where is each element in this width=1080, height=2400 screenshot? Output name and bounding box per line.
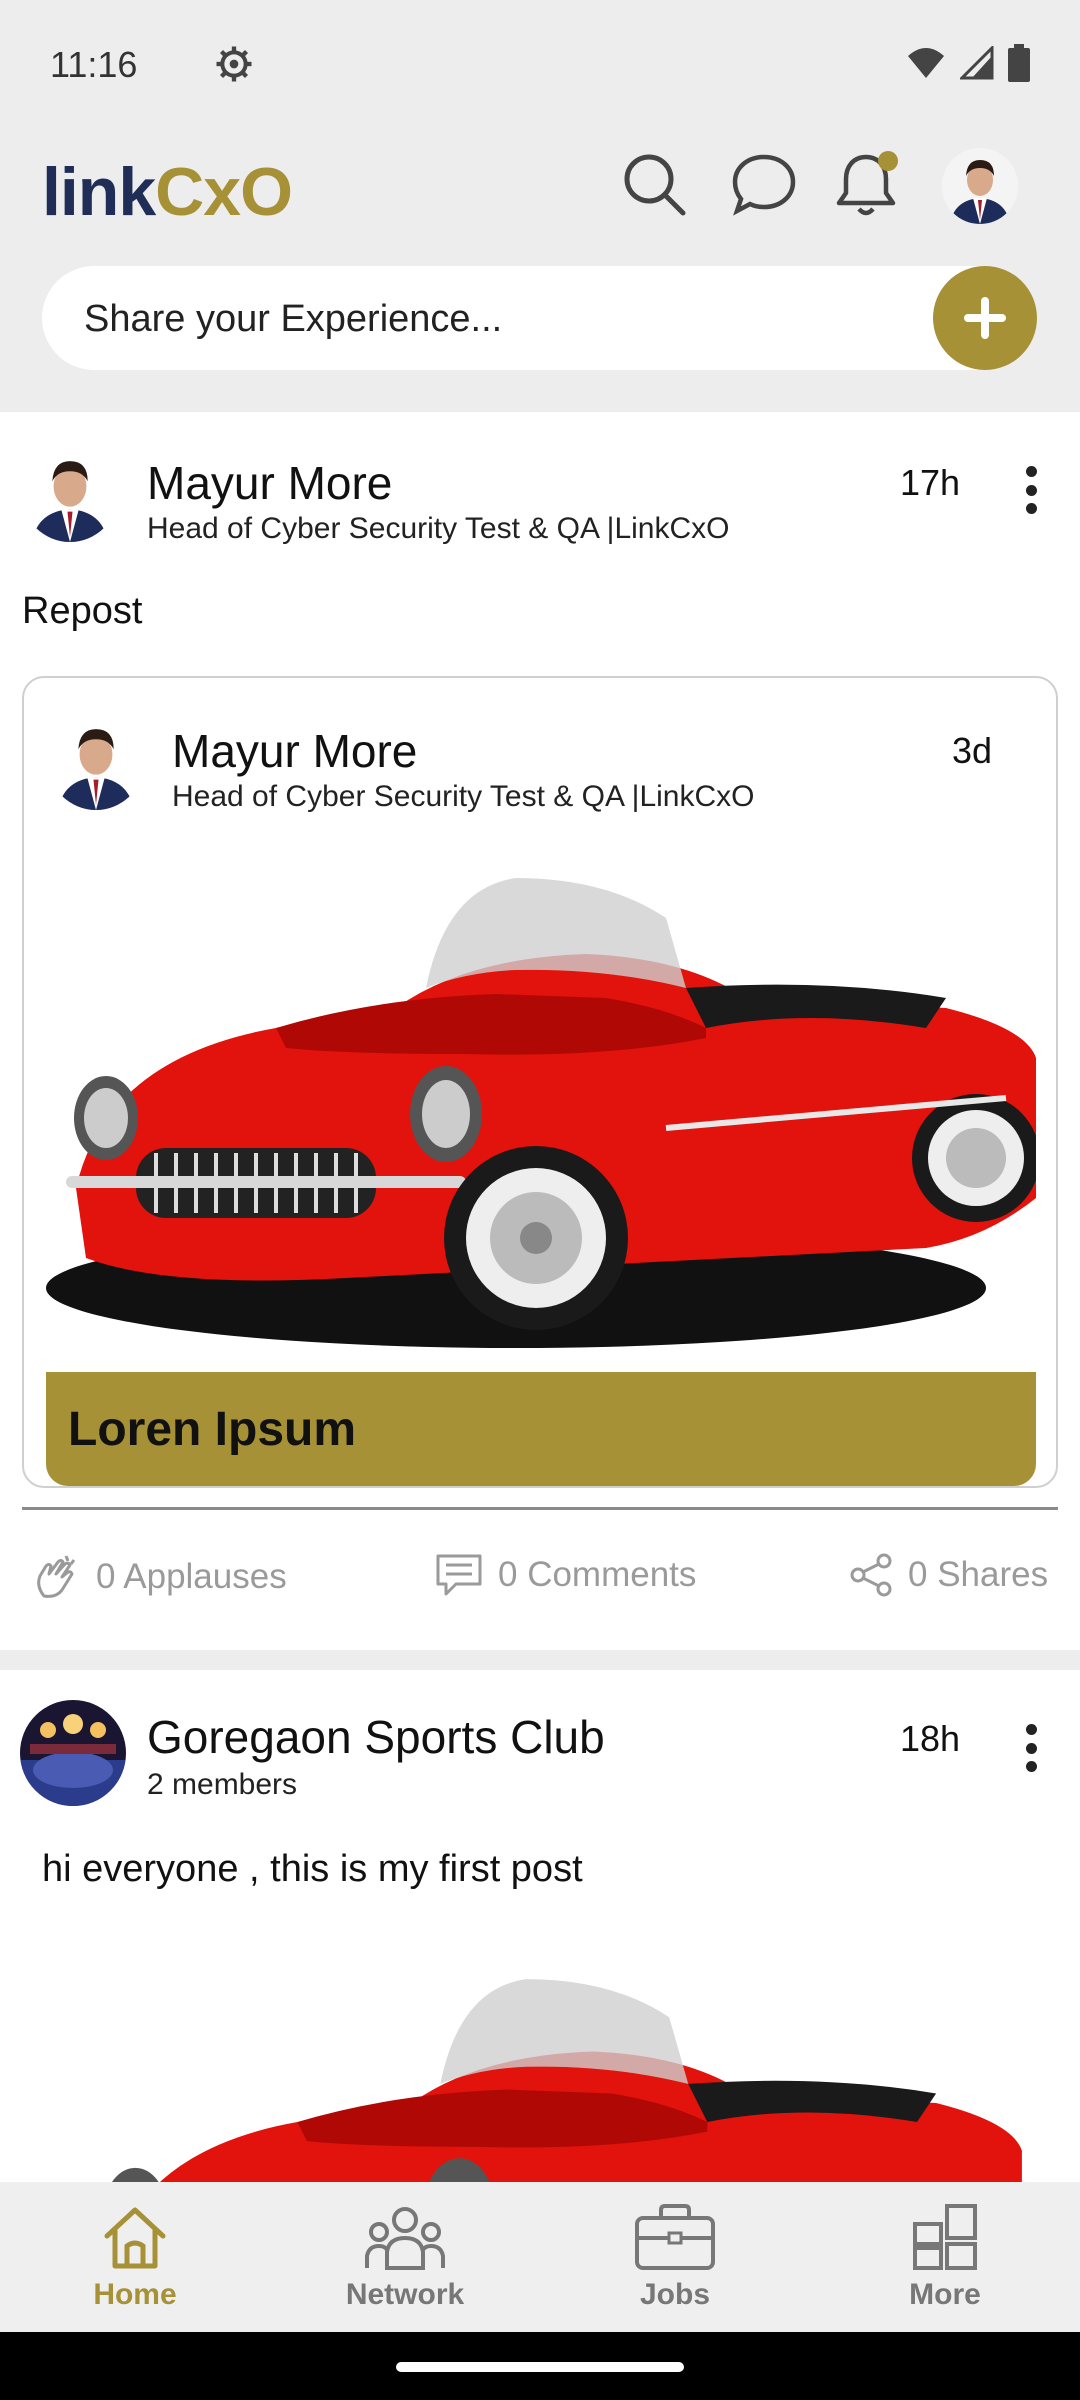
wifi-icon [908, 48, 944, 78]
club-name[interactable]: Goregaon Sports Club [147, 1710, 605, 1764]
club-avatar[interactable] [20, 1700, 126, 1806]
comment-count: 0 Comments [498, 1555, 697, 1594]
notification-bell-icon[interactable] [832, 148, 904, 220]
post-time: 17h [900, 462, 961, 503]
app-header: link CxO [0, 130, 1080, 250]
home-icon [104, 2207, 166, 2269]
search-icon[interactable] [618, 148, 690, 220]
caption-bar: Loren Ipsum [46, 1372, 1036, 1486]
nav-jobs[interactable]: Jobs [540, 2182, 810, 2332]
network-icon [365, 2207, 445, 2270]
clap-icon [37, 1555, 76, 1598]
share-count: 0 Shares [908, 1555, 1049, 1594]
battery-icon [1008, 44, 1030, 82]
comment-button[interactable]: 0 Comments [434, 1552, 696, 1598]
notification-dot [878, 151, 898, 171]
profile-avatar[interactable] [942, 148, 1018, 224]
logo-text-link: link [42, 154, 156, 230]
add-post-button[interactable] [933, 266, 1037, 370]
author-avatar[interactable] [22, 446, 118, 542]
screen: 11:16 link CxO Share your Experience... … [0, 0, 1080, 2400]
status-icons [906, 44, 1030, 82]
briefcase-icon [635, 2204, 715, 2270]
nav-network-label: Network [345, 2278, 465, 2311]
repost-card[interactable]: Mayur More Head of Cyber Security Test &… [22, 676, 1058, 1488]
applause-count: 0 Applauses [96, 1557, 287, 1596]
logo-text-cxo: CxO [155, 154, 293, 230]
post-card: Mayur More Head of Cyber Security Test &… [0, 412, 1080, 1650]
share-experience-input[interactable]: Share your Experience... [42, 266, 1032, 370]
feed: Mayur More Head of Cyber Security Test &… [0, 412, 1080, 2400]
repost-author-title: Head of Cyber Security Test & QA |LinkCx… [172, 780, 755, 813]
comment-icon [436, 1554, 482, 1596]
status-time: 11:16 [50, 44, 138, 85]
linkcxo-logo[interactable]: link CxO [42, 152, 293, 232]
plus-icon [964, 297, 1006, 339]
share-placeholder: Share your Experience... [84, 298, 503, 340]
home-gesture-handle[interactable] [396, 2362, 684, 2372]
nav-home-label: Home [93, 2278, 177, 2311]
more-options-icon[interactable] [1016, 460, 1046, 520]
chat-icon[interactable] [728, 148, 800, 220]
nav-more-label: More [909, 2278, 981, 2311]
settings-gear-icon [216, 46, 252, 82]
post-divider [22, 1507, 1058, 1510]
caption-text: Loren Ipsum [68, 1403, 357, 1456]
post-text: Repost [22, 590, 143, 632]
nav-more[interactable]: More [810, 2182, 1080, 2332]
nav-home[interactable]: Home [0, 2182, 270, 2332]
bottom-nav: Home Network Jobs More [0, 2182, 1080, 2332]
nav-network[interactable]: Network [270, 2182, 540, 2332]
share-icon [850, 1553, 892, 1597]
applause-button[interactable]: 0 Applauses [32, 1552, 287, 1602]
repost-time: 3d [952, 730, 993, 771]
repost-author-avatar[interactable] [48, 714, 144, 810]
repost-author-name[interactable]: Mayur More [172, 724, 417, 778]
more-options-icon[interactable] [1016, 1718, 1046, 1778]
status-bar: 11:16 [0, 0, 1080, 130]
nav-jobs-label: Jobs [639, 2278, 711, 2311]
grid-icon [913, 2204, 977, 2270]
post-text: hi everyone , this is my first post [42, 1848, 583, 1890]
club-members: 2 members [147, 1768, 298, 1801]
author-name[interactable]: Mayur More [147, 456, 392, 510]
share-button[interactable]: 0 Shares [848, 1552, 1048, 1598]
gesture-bar [0, 2332, 1080, 2400]
post-time: 18h [900, 1718, 961, 1759]
author-title: Head of Cyber Security Test & QA |LinkCx… [147, 512, 730, 545]
signal-icon [960, 46, 994, 80]
car-image[interactable] [46, 858, 1036, 1372]
